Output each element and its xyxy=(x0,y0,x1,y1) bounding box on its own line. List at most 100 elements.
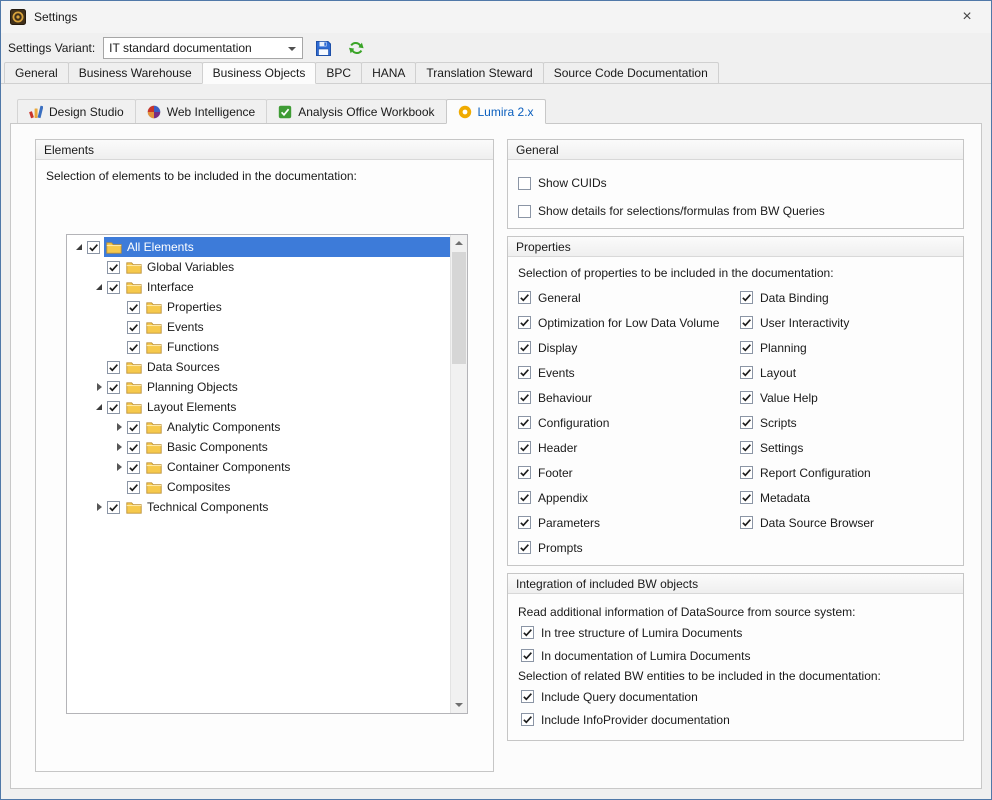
settings-variant-label: Settings Variant: xyxy=(8,41,95,55)
checkbox[interactable] xyxy=(740,391,753,404)
checkbox[interactable] xyxy=(518,316,531,329)
checkbox[interactable] xyxy=(127,301,140,314)
tab-hana[interactable]: HANA xyxy=(361,62,416,83)
scrollbar-thumb[interactable] xyxy=(452,252,466,364)
tree-scrollbar[interactable] xyxy=(450,235,467,713)
subtab-lumira-2-x[interactable]: Lumira 2.x xyxy=(446,99,546,124)
close-button[interactable]: × xyxy=(944,2,990,31)
checkbox[interactable] xyxy=(107,401,120,414)
tree-item[interactable]: Technical Components xyxy=(67,497,450,517)
tree-item[interactable]: Layout Elements xyxy=(67,397,450,417)
tab-business-objects[interactable]: Business Objects xyxy=(202,62,317,84)
checkbox[interactable] xyxy=(740,516,753,529)
tree-item[interactable]: Basic Components xyxy=(67,437,450,457)
checkbox[interactable] xyxy=(107,281,120,294)
integration-checks-1: In tree structure of Lumira DocumentsIn … xyxy=(518,621,953,667)
expander-icon[interactable] xyxy=(111,443,127,451)
folder-icon xyxy=(126,381,142,394)
checkbox[interactable] xyxy=(518,291,531,304)
expander-icon[interactable] xyxy=(91,284,107,290)
checkbox[interactable] xyxy=(521,649,534,662)
checkbox[interactable] xyxy=(107,381,120,394)
integration-checks-2: Include Query documentationInclude InfoP… xyxy=(518,685,953,731)
checkbox[interactable] xyxy=(107,261,120,274)
checkbox[interactable] xyxy=(521,626,534,639)
tree-item[interactable]: Analytic Components xyxy=(67,417,450,437)
checkbox[interactable] xyxy=(740,466,753,479)
subtab-design-studio[interactable]: Design Studio xyxy=(17,99,136,123)
checkbox[interactable] xyxy=(127,441,140,454)
checkbox[interactable] xyxy=(518,491,531,504)
subtab-web-intelligence[interactable]: Web Intelligence xyxy=(135,99,268,123)
checkbox[interactable] xyxy=(518,516,531,529)
checkbox[interactable] xyxy=(127,481,140,494)
tree-item[interactable]: Global Variables xyxy=(67,257,450,277)
expander-icon[interactable] xyxy=(71,244,87,250)
checkbox[interactable] xyxy=(127,321,140,334)
checkbox[interactable] xyxy=(740,341,753,354)
checkbox[interactable] xyxy=(518,391,531,404)
save-variant-button[interactable] xyxy=(310,36,336,60)
checkbox[interactable] xyxy=(127,421,140,434)
checkbox[interactable] xyxy=(87,241,100,254)
checkbox[interactable] xyxy=(740,366,753,379)
tree-item[interactable]: Events xyxy=(67,317,450,337)
expander-icon[interactable] xyxy=(91,383,107,391)
checkbox[interactable] xyxy=(521,690,534,703)
expander-icon[interactable] xyxy=(91,404,107,410)
tab-bpc[interactable]: BPC xyxy=(315,62,362,83)
tree-item-content: Technical Components xyxy=(124,497,450,517)
checkbox[interactable] xyxy=(521,713,534,726)
checkbox-label: Display xyxy=(538,341,577,355)
general-panel-body: Show CUIDsShow details for selections/fo… xyxy=(508,160,963,229)
checkbox[interactable] xyxy=(518,366,531,379)
subtab-analysis-office-workbook[interactable]: Analysis Office Workbook xyxy=(266,99,446,123)
checkbox[interactable] xyxy=(107,361,120,374)
settings-variant-value: IT standard documentation xyxy=(109,41,252,55)
checkbox-label: Metadata xyxy=(760,491,810,505)
checkbox[interactable] xyxy=(127,461,140,474)
checkbox[interactable] xyxy=(127,341,140,354)
tree-item[interactable]: Properties xyxy=(67,297,450,317)
tree-item[interactable]: All Elements xyxy=(67,237,450,257)
checkbox[interactable] xyxy=(518,541,531,554)
tree-item-content: Composites xyxy=(144,477,450,497)
checkbox-label: Appendix xyxy=(538,491,588,505)
chevron-down-icon[interactable] xyxy=(288,47,296,51)
checkbox[interactable] xyxy=(518,416,531,429)
expander-icon[interactable] xyxy=(91,503,107,511)
tab-translation-steward[interactable]: Translation Steward xyxy=(415,62,543,83)
tree-item[interactable]: Functions xyxy=(67,337,450,357)
tree-item[interactable]: Container Components xyxy=(67,457,450,477)
scroll-up-button[interactable] xyxy=(451,235,467,251)
checkbox[interactable] xyxy=(518,177,531,190)
checkbox-row: Events xyxy=(518,360,740,385)
tab-source-code-documentation[interactable]: Source Code Documentation xyxy=(543,62,719,83)
checkbox[interactable] xyxy=(740,316,753,329)
checkbox[interactable] xyxy=(518,466,531,479)
checkbox[interactable] xyxy=(740,491,753,504)
tree-item[interactable]: Data Sources xyxy=(67,357,450,377)
checkbox[interactable] xyxy=(518,341,531,354)
tree-item[interactable]: Planning Objects xyxy=(67,377,450,397)
tree-item[interactable]: Interface xyxy=(67,277,450,297)
checkbox[interactable] xyxy=(740,416,753,429)
tab-general[interactable]: General xyxy=(4,62,69,83)
checkbox-row: Parameters xyxy=(518,510,740,535)
checkbox[interactable] xyxy=(518,205,531,218)
checkbox[interactable] xyxy=(740,291,753,304)
checkbox[interactable] xyxy=(740,441,753,454)
expander-icon[interactable] xyxy=(111,423,127,431)
scroll-down-button[interactable] xyxy=(451,697,467,713)
tree-item-content: Layout Elements xyxy=(124,397,450,417)
settings-variant-select[interactable]: IT standard documentation xyxy=(103,37,303,59)
checkbox[interactable] xyxy=(518,441,531,454)
elements-panel-body: Selection of elements to be included in … xyxy=(36,160,493,197)
tab-business-warehouse[interactable]: Business Warehouse xyxy=(68,62,203,83)
checkbox-label: Value Help xyxy=(760,391,818,405)
checkbox[interactable] xyxy=(107,501,120,514)
tree-item[interactable]: Composites xyxy=(67,477,450,497)
refresh-variant-button[interactable] xyxy=(343,36,369,60)
expander-icon[interactable] xyxy=(111,463,127,471)
elements-tree: All ElementsGlobal VariablesInterfacePro… xyxy=(66,234,468,714)
